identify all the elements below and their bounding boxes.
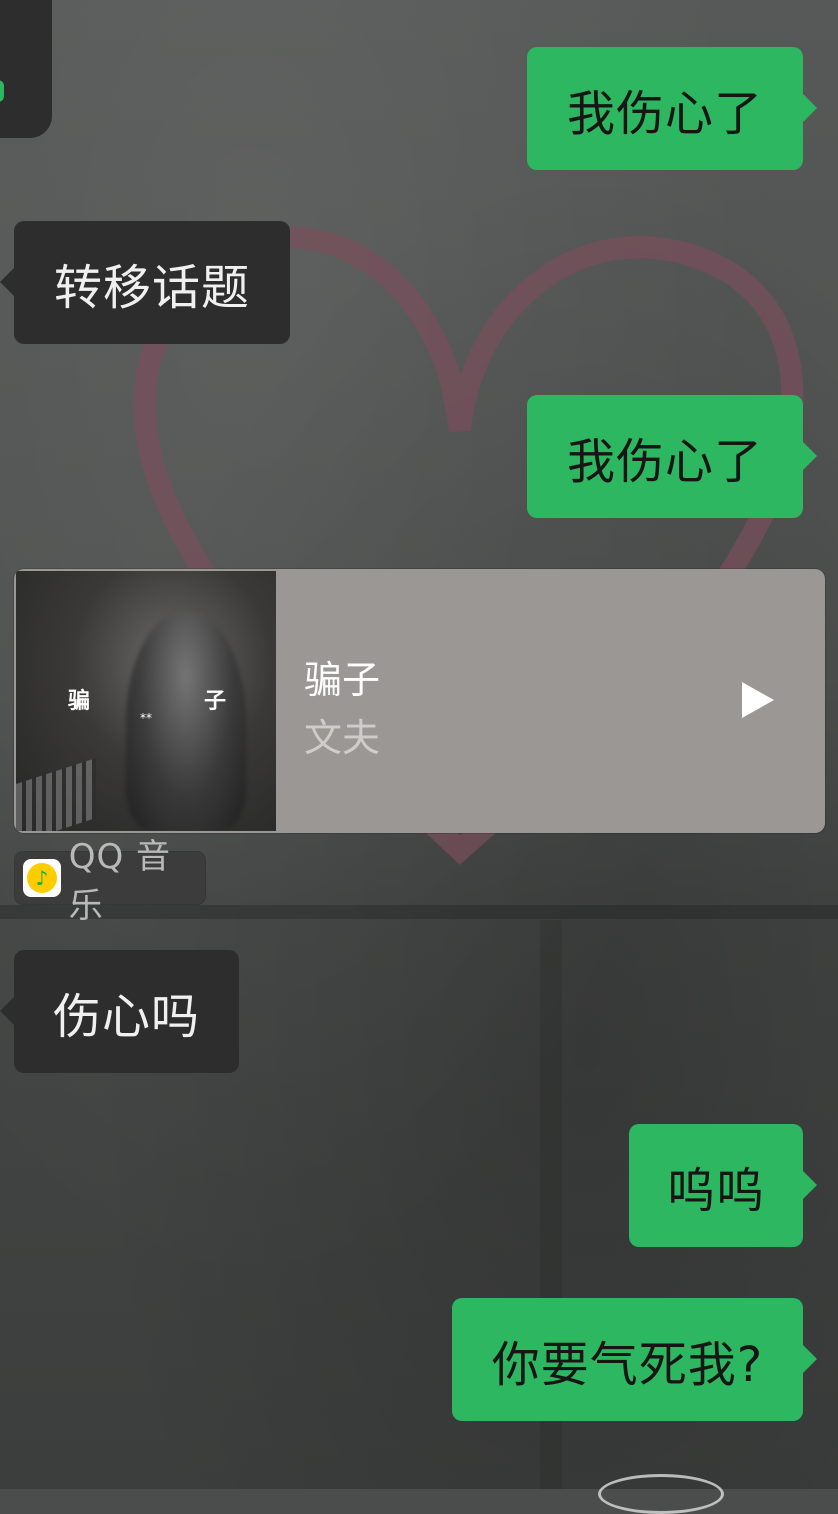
music-share-card[interactable]: 骗 子 ** 骗子 文夫 bbox=[14, 569, 825, 833]
album-cover-text: 骗 bbox=[68, 689, 91, 714]
song-artist: 文夫 bbox=[304, 716, 381, 760]
music-source-tag[interactable]: ♪ QQ 音乐 bbox=[15, 837, 205, 926]
album-cover-text: 子 bbox=[204, 689, 227, 714]
message-bubble-sent[interactable]: 我伤心了 bbox=[527, 47, 817, 170]
song-title: 骗子 bbox=[304, 658, 381, 702]
message-bubble-sent[interactable]: 呜呜 bbox=[629, 1124, 817, 1247]
partial-message-bubble bbox=[0, 0, 52, 138]
album-cover-text: ** bbox=[140, 711, 152, 725]
album-cover: 骗 子 ** bbox=[16, 571, 276, 831]
qq-music-icon: ♪ bbox=[23, 859, 61, 897]
play-icon[interactable] bbox=[742, 682, 774, 718]
scroll-to-bottom-button[interactable] bbox=[598, 1474, 724, 1514]
message-bubble-sent[interactable]: 你要气死我? bbox=[452, 1298, 817, 1421]
message-bubble-received[interactable]: 转移话题 bbox=[0, 221, 290, 344]
message-bubble-received[interactable]: 伤心吗 bbox=[0, 950, 239, 1073]
message-bubble-sent[interactable]: 我伤心了 bbox=[527, 395, 817, 518]
music-source-label: QQ 音乐 bbox=[68, 837, 172, 926]
album-cover-piano bbox=[16, 758, 96, 831]
